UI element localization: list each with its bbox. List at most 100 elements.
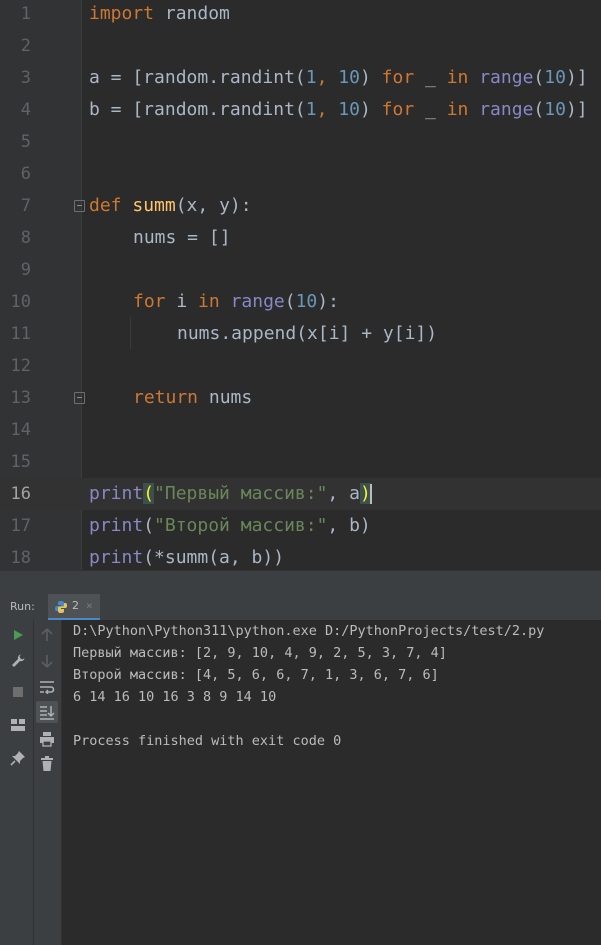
pin-icon bbox=[10, 751, 25, 766]
code-text: b = [random.randint( bbox=[89, 99, 306, 120]
next-occurrence-button[interactable] bbox=[36, 650, 58, 672]
builtin: print bbox=[89, 483, 144, 504]
code-line-11[interactable]: 11 nums.append(x[i] + y[i]) bbox=[0, 318, 601, 350]
line-number: 2 bbox=[20, 36, 31, 56]
rerun-button[interactable] bbox=[7, 624, 29, 646]
number-literal: 1 bbox=[305, 67, 317, 88]
line-number: 16 bbox=[10, 484, 31, 504]
code-line-9[interactable]: 9 bbox=[0, 254, 601, 286]
trash-icon bbox=[41, 756, 53, 771]
code-line-4[interactable]: 4 b = [random.randint(1, 10) for _ in ra… bbox=[0, 94, 601, 126]
python-icon bbox=[55, 601, 67, 613]
code-editor[interactable]: 1 import random 2 3 a = [random.randint(… bbox=[0, 0, 601, 570]
code-line-15[interactable]: 15 bbox=[0, 446, 601, 478]
number-literal: 10 bbox=[338, 67, 360, 88]
line-number: 3 bbox=[20, 68, 31, 88]
code-line-16[interactable]: 16 print("Первый массив:", a) bbox=[0, 478, 601, 510]
code-line-13[interactable]: 13 return nums bbox=[0, 382, 601, 414]
code-text: )] bbox=[565, 99, 588, 120]
code-line-7[interactable]: 7 def summ(x, y): bbox=[0, 190, 601, 222]
run-toolbar-secondary bbox=[34, 620, 62, 945]
code-text: (*summ(a, b)) bbox=[143, 547, 285, 568]
string-literal: "Первый массив:" bbox=[154, 483, 328, 504]
line-number: 1 bbox=[20, 4, 31, 24]
pin-tab-button[interactable] bbox=[7, 747, 29, 769]
panel-splitter[interactable] bbox=[0, 570, 601, 595]
builtin: print bbox=[89, 515, 144, 536]
builtin: range bbox=[479, 67, 534, 88]
line-number: 8 bbox=[20, 228, 31, 248]
code-line-1[interactable]: 1 import random bbox=[0, 0, 601, 30]
code-line-14[interactable]: 14 bbox=[0, 414, 601, 446]
run-toolbar-primary bbox=[0, 620, 34, 945]
stop-button[interactable] bbox=[7, 681, 29, 703]
soft-wrap-button[interactable] bbox=[36, 676, 58, 698]
code-line-6[interactable]: 6 bbox=[0, 158, 601, 190]
fold-end-marker-icon[interactable] bbox=[74, 392, 85, 404]
run-tab-label: 2 bbox=[72, 599, 79, 612]
print-button[interactable] bbox=[36, 728, 58, 750]
keyword: for bbox=[381, 99, 415, 120]
clear-all-button[interactable] bbox=[36, 753, 58, 775]
fold-marker-icon[interactable] bbox=[74, 200, 85, 212]
line-number: 10 bbox=[10, 292, 31, 312]
paren: ( bbox=[533, 67, 545, 88]
code-line-12[interactable]: 12 bbox=[0, 350, 601, 382]
code-line-5[interactable]: 5 bbox=[0, 126, 601, 158]
stop-icon bbox=[13, 687, 23, 697]
number-literal: 10 bbox=[295, 291, 318, 312]
scroll-to-end-button[interactable] bbox=[36, 701, 58, 723]
text-caret bbox=[369, 484, 372, 504]
code-text: _ bbox=[414, 67, 447, 88]
code-text: random bbox=[154, 3, 230, 24]
close-icon[interactable]: × bbox=[86, 594, 93, 618]
number-literal: 10 bbox=[544, 99, 566, 120]
run-tab-bar: Run: 2 × bbox=[0, 594, 601, 621]
code-line-3[interactable]: 3 a = [random.randint(1, 10) for _ in ra… bbox=[0, 62, 601, 94]
comma: , bbox=[316, 67, 339, 88]
layout-icon bbox=[11, 719, 25, 731]
number-literal: 10 bbox=[544, 67, 566, 88]
run-console-output[interactable]: D:\Python\Python311\python.exe D:/Python… bbox=[62, 620, 601, 945]
line-number: 4 bbox=[20, 100, 31, 120]
code-text: ) bbox=[359, 67, 382, 88]
console-line: Первый массив: [2, 9, 10, 4, 9, 2, 5, 3,… bbox=[73, 645, 447, 661]
code-line-10[interactable]: 10 for i in range(10): bbox=[0, 286, 601, 318]
comma: , bbox=[316, 99, 339, 120]
keyword: in bbox=[198, 291, 220, 312]
previous-occurrence-button[interactable] bbox=[36, 624, 58, 646]
line-number: 12 bbox=[10, 356, 31, 376]
print-icon bbox=[40, 732, 54, 747]
builtin: range bbox=[230, 291, 285, 312]
run-icon bbox=[14, 630, 23, 640]
console-line: Process finished with exit code 0 bbox=[73, 733, 342, 749]
run-label: Run: bbox=[10, 600, 35, 613]
code-text: nums.append(x[i] + y[i]) bbox=[177, 323, 438, 344]
number-literal: 1 bbox=[305, 99, 317, 120]
line-number: 5 bbox=[20, 132, 31, 152]
layout-button[interactable] bbox=[7, 714, 29, 736]
keyword: def bbox=[89, 195, 122, 216]
wrench-icon bbox=[12, 654, 25, 667]
code-line-2[interactable]: 2 bbox=[0, 30, 601, 62]
console-line: Второй массив: [4, 5, 6, 6, 7, 1, 3, 6, … bbox=[73, 667, 439, 683]
console-line: 6 14 16 10 16 3 8 9 14 10 bbox=[73, 689, 277, 705]
keyword: import bbox=[89, 3, 155, 24]
number-literal: 10 bbox=[338, 99, 360, 120]
run-tab-2[interactable]: 2 × bbox=[48, 594, 100, 620]
code-text: _ bbox=[414, 99, 447, 120]
keyword: for bbox=[381, 67, 415, 88]
code-line-8[interactable]: 8 nums = [] bbox=[0, 222, 601, 254]
scroll-to-end-icon bbox=[40, 706, 55, 720]
line-number: 9 bbox=[20, 260, 31, 280]
code-text: ) bbox=[359, 99, 382, 120]
paren: ( bbox=[533, 99, 545, 120]
code-line-18[interactable]: 18 print(*summ(a, b)) bbox=[0, 542, 601, 570]
line-number: 15 bbox=[10, 452, 31, 472]
keyword: return bbox=[133, 387, 199, 408]
code-line-17[interactable]: 17 print("Второй массив:", b) bbox=[0, 510, 601, 542]
edit-configuration-button[interactable] bbox=[7, 650, 29, 672]
